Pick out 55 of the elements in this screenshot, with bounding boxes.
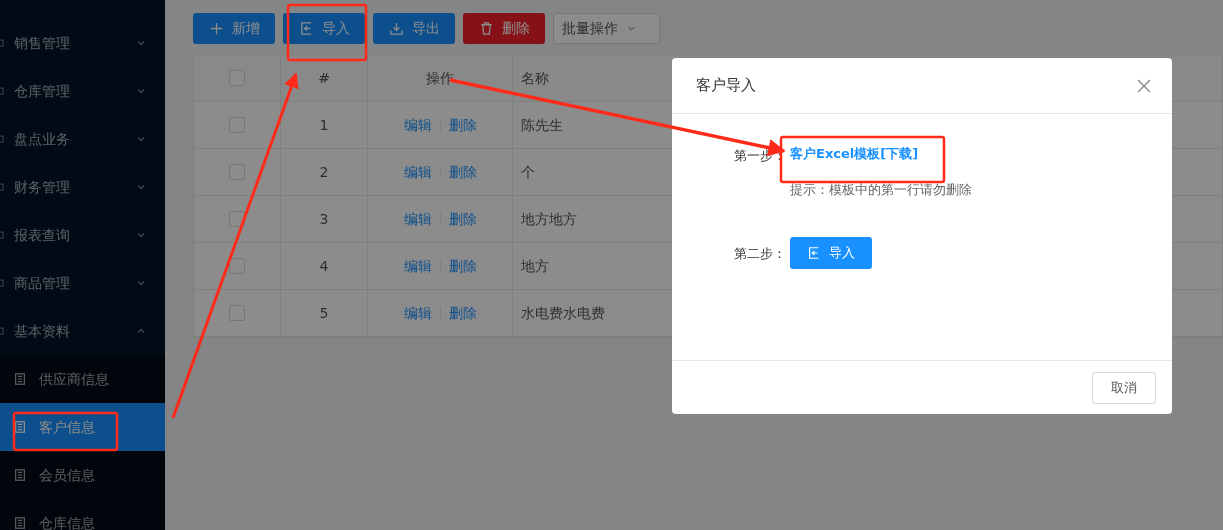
submenu-item[interactable]: 仓库信息 xyxy=(0,499,165,530)
delete-link[interactable]: 删除 xyxy=(448,255,477,277)
submenu-item[interactable]: 供应商信息 xyxy=(0,355,165,403)
dialog-title: 客户导入 xyxy=(696,75,756,97)
sidebar-item[interactable]: 商品管理 xyxy=(0,259,165,307)
import-icon xyxy=(807,246,821,260)
delete-button[interactable]: 删除 xyxy=(463,13,545,44)
table-cell-text: 个 xyxy=(521,162,535,182)
step-label: 第一步： xyxy=(734,147,787,165)
sidebar-item[interactable]: 盘点业务 xyxy=(0,115,165,163)
column-header: 操作 xyxy=(426,68,454,88)
sidebar-item[interactable]: 财务管理 xyxy=(0,163,165,211)
table-cell-text: 1 xyxy=(319,115,329,135)
row-checkbox[interactable] xyxy=(229,211,245,227)
sidebar-item[interactable]: 基本资料 xyxy=(0,307,165,355)
export-button[interactable]: 导出 xyxy=(373,13,455,44)
edit-link[interactable]: 编辑 xyxy=(403,255,432,277)
submenu-item[interactable]: 会员信息 xyxy=(0,451,165,499)
import-icon xyxy=(298,21,314,36)
delete-link[interactable]: 删除 xyxy=(448,114,477,136)
delete-link[interactable]: 删除 xyxy=(448,302,477,324)
close-icon xyxy=(1136,77,1152,94)
edit-link[interactable]: 编辑 xyxy=(403,302,432,324)
column-header: 名称 xyxy=(521,68,549,88)
delete-link[interactable]: 删除 xyxy=(448,208,477,230)
row-checkbox[interactable] xyxy=(229,258,245,274)
document-icon xyxy=(13,420,27,434)
download-icon xyxy=(388,21,404,36)
table-cell-text: 地方地方 xyxy=(521,209,577,229)
table-cell-text: 地方 xyxy=(521,256,549,276)
import-button[interactable]: 导入 xyxy=(283,13,365,44)
sidebar-item[interactable]: 销售管理 xyxy=(0,19,165,67)
import-button[interactable]: 导入 xyxy=(790,237,872,269)
step-label: 第二步： xyxy=(734,245,787,263)
table-cell-text: 2 xyxy=(319,162,329,182)
submenu-item[interactable]: 客户信息 xyxy=(0,403,165,451)
table-cell-text: 陈先生 xyxy=(521,115,563,135)
edit-link[interactable]: 编辑 xyxy=(403,114,432,136)
plus-icon xyxy=(208,21,224,36)
table-cell-text: 5 xyxy=(319,303,329,323)
hint-text: 提示：模板中的第一行请勿删除 xyxy=(790,180,972,199)
edit-link[interactable]: 编辑 xyxy=(403,208,432,230)
template-download-link[interactable]: 客户Excel模板[下载] xyxy=(790,146,919,161)
table-cell-text: 3 xyxy=(319,209,329,229)
delete-link[interactable]: 删除 xyxy=(448,161,477,183)
sidebar-item[interactable]: 报表查询 xyxy=(0,211,165,259)
edit-link[interactable]: 编辑 xyxy=(403,161,432,183)
cancel-button[interactable]: 取消 xyxy=(1092,371,1156,404)
table-cell-text: 4 xyxy=(319,256,329,276)
add-button[interactable]: 新增 xyxy=(193,13,275,44)
trash-icon xyxy=(478,21,494,36)
sidebar-item[interactable]: 仓库管理 xyxy=(0,67,165,115)
table-cell-text: 水电费水电费 xyxy=(521,303,605,323)
dropdown-button[interactable]: 批量操作 xyxy=(553,13,660,44)
column-header: # xyxy=(318,68,330,88)
